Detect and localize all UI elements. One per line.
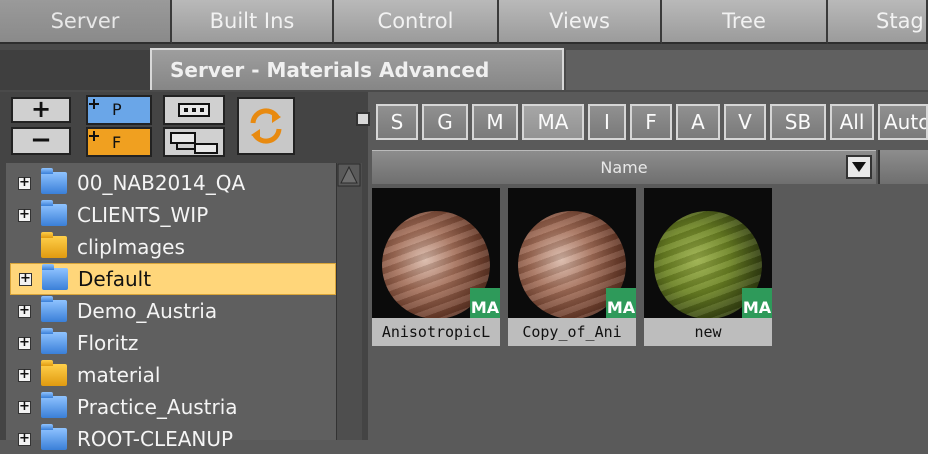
filter-tab-v[interactable]: V — [724, 104, 766, 140]
expand-icon[interactable]: + — [18, 336, 31, 350]
filter-tab-a[interactable]: A — [676, 104, 720, 140]
folder-icon — [41, 328, 67, 354]
material-name: new — [644, 318, 772, 346]
expand-icon[interactable]: + — [18, 304, 31, 318]
tree-item[interactable]: + 00_NAB2014_QA — [10, 168, 334, 198]
tree-item-selected[interactable]: + Default — [10, 263, 336, 295]
list-view-button[interactable] — [163, 95, 225, 125]
tree-item[interactable]: + Floritz — [10, 328, 334, 358]
tree-item-label: ROOT-CLEANUP — [77, 427, 234, 451]
tree-item[interactable]: + Demo_Austria — [10, 296, 334, 326]
top-tab-views[interactable]: Views — [499, 0, 662, 44]
refresh-button[interactable] — [237, 97, 295, 155]
refresh-icon — [250, 108, 282, 144]
material-name: Copy_of_Ani — [508, 318, 636, 346]
top-tab-stage[interactable]: Stag — [828, 0, 928, 44]
expand-icon[interactable]: + — [18, 400, 31, 414]
tree-item-label: clipImages — [77, 235, 185, 259]
top-tab-tree[interactable]: Tree — [662, 0, 828, 44]
folder-icon — [41, 232, 67, 258]
filter-tab-all[interactable]: All — [830, 104, 874, 140]
top-tab-built-ins[interactable]: Built Ins — [172, 0, 334, 44]
expand-icon[interactable]: + — [18, 368, 31, 382]
folder-icon — [41, 200, 67, 226]
filter-tab-auto[interactable]: Auto — [878, 104, 928, 140]
chevron-down-icon — [852, 162, 866, 172]
tree-scrollbar[interactable] — [336, 163, 362, 440]
list-view-icon — [178, 103, 210, 117]
column-header-label: Name — [600, 158, 648, 177]
tree-item[interactable]: + material — [10, 360, 334, 390]
tree-item-label: Floritz — [77, 331, 139, 355]
folder-icon — [41, 296, 67, 322]
tree-item-label: Practice_Austria — [77, 395, 238, 419]
f-label: F — [112, 133, 122, 152]
tree-item-label: Default — [78, 267, 152, 291]
folder-tree: + 00_NAB2014_QA + CLIENTS_WIP clipImages… — [6, 163, 336, 451]
filter-tab-s[interactable]: S — [376, 104, 418, 140]
add-folder-button[interactable]: F — [86, 127, 152, 157]
add-button[interactable]: + — [11, 95, 71, 123]
expand-icon[interactable]: + — [18, 432, 31, 446]
scroll-up-icon[interactable] — [337, 163, 361, 187]
tree-item[interactable]: clipImages — [10, 232, 334, 262]
column-header-name[interactable]: Name — [372, 150, 876, 184]
tree-view-button[interactable] — [163, 127, 225, 157]
material-type-badge: MA — [742, 288, 772, 318]
title-bar-right — [566, 50, 928, 90]
filter-tab-g[interactable]: G — [422, 104, 468, 140]
material-thumbnail[interactable]: MA AnisotropicL — [372, 188, 500, 346]
column-header-extra — [878, 150, 928, 184]
pane-splitter-handle[interactable] — [356, 112, 370, 126]
filter-tab-f[interactable]: F — [630, 104, 672, 140]
folder-icon — [41, 424, 67, 450]
material-thumbnail[interactable]: MA new — [644, 188, 772, 346]
folder-icon — [41, 360, 67, 386]
expand-icon[interactable]: + — [18, 208, 31, 222]
material-name: AnisotropicL — [372, 318, 500, 346]
material-type-badge: MA — [470, 288, 500, 318]
tree-item-label: material — [77, 363, 161, 387]
remove-button[interactable]: − — [11, 125, 71, 155]
column-dropdown-button[interactable] — [846, 155, 872, 179]
filter-tab-i[interactable]: I — [588, 104, 626, 140]
p-label: P — [112, 100, 122, 119]
tree-item-label: Demo_Austria — [77, 299, 218, 323]
filter-tab-sb[interactable]: SB — [770, 104, 826, 140]
title-bar-left — [0, 50, 150, 90]
expand-icon[interactable]: + — [18, 176, 31, 190]
tree-item-label: 00_NAB2014_QA — [77, 171, 246, 195]
tree-item[interactable]: + CLIENTS_WIP — [10, 200, 334, 230]
plus-icon: + — [30, 95, 52, 123]
tree-item[interactable]: + ROOT-CLEANUP — [10, 424, 334, 454]
minus-icon: − — [30, 125, 52, 155]
tree-item[interactable]: + Practice_Austria — [10, 392, 334, 422]
tree-view-icon — [170, 132, 218, 154]
expand-icon[interactable]: + — [19, 272, 32, 286]
page-title: Server - Materials Advanced — [150, 48, 564, 90]
top-tab-server[interactable]: Server — [0, 0, 172, 44]
add-parent-button[interactable]: P — [86, 95, 152, 125]
filter-tab-ma[interactable]: MA — [522, 104, 584, 140]
folder-icon — [42, 264, 68, 290]
top-tab-control[interactable]: Control — [334, 0, 499, 44]
filter-tab-m[interactable]: M — [472, 104, 518, 140]
material-thumbnail[interactable]: MA Copy_of_Ani — [508, 188, 636, 346]
folder-icon — [41, 392, 67, 418]
tree-item-label: CLIENTS_WIP — [77, 203, 209, 227]
folder-icon — [41, 168, 67, 194]
material-type-badge: MA — [606, 288, 636, 318]
